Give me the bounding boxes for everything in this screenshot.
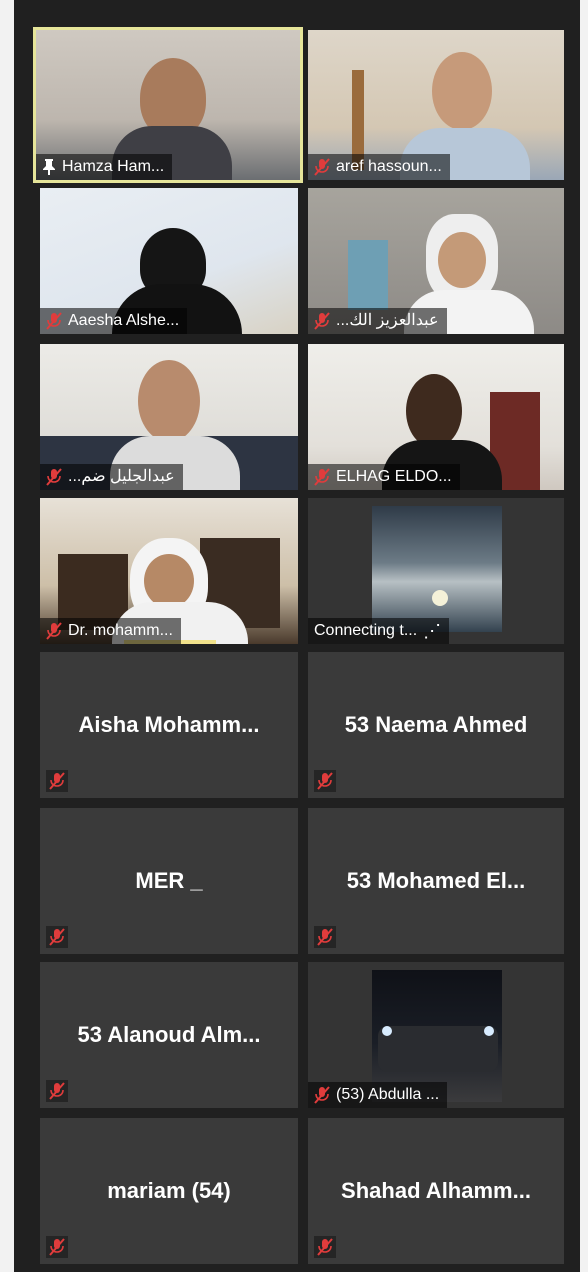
participant-tile-2[interactable]: Aaesha Alshe... — [40, 188, 298, 334]
microphone-muted-icon — [314, 1086, 330, 1104]
participant-name-tag: Dr. mohamm... — [40, 618, 181, 644]
participant-name-tag: aref hassoun... — [308, 154, 450, 180]
microphone-muted-icon — [314, 1236, 336, 1258]
participant-name: ...عبدالعزيز الك — [336, 312, 439, 329]
participant-tile-6[interactable]: Dr. mohamm... — [40, 498, 298, 644]
microphone-muted-icon — [46, 468, 62, 486]
microphone-muted-icon — [314, 158, 330, 176]
right-border — [580, 0, 588, 1272]
participant-name: Shahad Alhamm... — [341, 1178, 531, 1203]
left-border — [0, 0, 14, 1272]
participant-tile-14[interactable]: mariam (54) — [40, 1118, 298, 1264]
participant-name: ...عبدالجليل ضم — [68, 468, 175, 485]
participant-tile-12[interactable]: 53 Alanoud Alm... — [40, 962, 298, 1108]
participant-tile-9[interactable]: 53 Naema Ahmed — [308, 652, 564, 798]
participant-name: ELHAG ELDO... — [336, 468, 452, 485]
participant-name-tag: Connecting t... ⋰ — [308, 618, 450, 644]
participant-name: Aisha Mohamm... — [78, 712, 260, 737]
participant-name: aref hassoun... — [336, 158, 442, 175]
connecting-video-thumbnail — [372, 506, 502, 632]
participant-tile-7[interactable]: Connecting t... ⋰ — [308, 498, 564, 644]
microphone-muted-icon — [314, 926, 336, 948]
participant-name: Aaesha Alshe... — [68, 312, 180, 329]
participant-name: Dr. mohamm... — [68, 622, 173, 639]
participant-tile-8[interactable]: Aisha Mohamm... — [40, 652, 298, 798]
microphone-muted-icon — [46, 770, 68, 792]
participant-name: 53 Mohamed El... — [346, 868, 526, 893]
participant-tile-5[interactable]: ELHAG ELDO... — [308, 344, 564, 490]
participant-name: Connecting t... — [314, 622, 418, 639]
participant-tile-11[interactable]: 53 Mohamed El... — [308, 808, 564, 954]
microphone-muted-icon — [46, 1080, 68, 1102]
participant-name-tag: ...عبدالجليل ضم — [40, 464, 183, 490]
participant-tile-15[interactable]: Shahad Alhamm... — [308, 1118, 564, 1264]
microphone-muted-icon — [46, 1236, 68, 1258]
microphone-muted-icon — [314, 312, 330, 330]
participant-tile-13[interactable]: (53) Abdulla ... — [308, 962, 564, 1108]
microphone-muted-icon — [46, 926, 68, 948]
participant-name-tag: Hamza Ham... — [36, 154, 173, 180]
pin-icon[interactable] — [42, 158, 56, 176]
participant-name-tag: Aaesha Alshe... — [40, 308, 188, 334]
participant-name: (53) Abdulla ... — [336, 1086, 440, 1103]
ellipsis-icon: ⋰ — [423, 621, 442, 641]
participant-name-tag: ...عبدالعزيز الك — [308, 308, 447, 334]
participant-tile-4[interactable]: ...عبدالجليل ضم — [40, 344, 298, 490]
participant-tile-1[interactable]: aref hassoun... — [308, 30, 564, 180]
participant-name: MER _ — [135, 868, 203, 893]
participant-tile-10[interactable]: MER _ — [40, 808, 298, 954]
participant-tile-0[interactable]: Hamza Ham... — [33, 27, 303, 183]
participant-tile-3[interactable]: ...عبدالعزيز الك — [308, 188, 564, 334]
participant-name: Hamza Ham... — [62, 158, 165, 175]
microphone-muted-icon — [314, 468, 330, 486]
microphone-muted-icon — [46, 622, 62, 640]
participant-name: 53 Alanoud Alm... — [77, 1022, 261, 1047]
participant-name: 53 Naema Ahmed — [344, 712, 528, 737]
participant-name-tag: (53) Abdulla ... — [308, 1082, 448, 1108]
participant-name: mariam (54) — [107, 1178, 231, 1203]
microphone-muted-icon — [314, 770, 336, 792]
participant-name-tag: ELHAG ELDO... — [308, 464, 460, 490]
video-grid-window: Hamza Ham... aref hassoun... Aaesha Alsh… — [0, 0, 588, 1272]
microphone-muted-icon — [46, 312, 62, 330]
